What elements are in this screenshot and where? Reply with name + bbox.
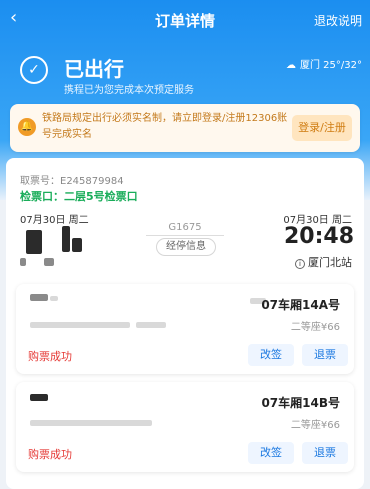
arrival-time: 20:48 (283, 224, 354, 249)
arrival-station-name: 厦门北站 (308, 256, 352, 269)
purchase-status: 购票成功 (28, 448, 72, 461)
departure-date: 07月30日 周二 (20, 215, 89, 226)
passenger-card: 07车厢14B号 二等座¥66 购票成功 改签 退票 (16, 382, 354, 472)
change-ticket-button[interactable]: 改签 (248, 344, 294, 366)
arrival-station[interactable]: i 厦门北站 (295, 254, 352, 270)
redacted-passenger-id (136, 322, 166, 328)
seat-number: 07车厢14A号 (261, 298, 340, 312)
redacted-departure-station (44, 258, 54, 266)
redacted-departure-time (26, 230, 42, 254)
seat-number: 07车厢14B号 (261, 396, 340, 410)
bell-icon: 🔔 (18, 118, 36, 136)
notice-text: 铁路局规定出行必须实名制，请立即登录/注册12306账号完成实名 (42, 113, 288, 140)
redacted-passenger-name (30, 394, 48, 401)
stops-info-button[interactable]: 经停信息 (156, 238, 216, 256)
check-icon: ✓ (20, 56, 48, 84)
seat-class-price: 二等座¥66 (290, 322, 340, 333)
redacted-departure-time (62, 226, 70, 252)
redacted-passenger-id (30, 322, 130, 328)
change-ticket-button[interactable]: 改签 (248, 442, 294, 464)
trip-status-subtitle: 携程已为您完成本次预定服务 (64, 85, 194, 96)
ticket-card: 取票号：E245879984 检票口：二层5号检票口 07月30日 周二 G16… (6, 158, 364, 489)
redacted-departure-station (20, 258, 26, 266)
top-bar: ‹ 订单详情 退改说明 (0, 0, 370, 40)
refund-change-explanation-link[interactable]: 退改说明 (314, 12, 362, 29)
seat-class-price: 二等座¥66 (290, 420, 340, 431)
redacted-passenger-name (30, 294, 48, 301)
redacted-passenger-name (50, 296, 58, 301)
ticket-number: 取票号：E245879984 (20, 176, 124, 187)
weather-text: 厦门 25°/32° (300, 60, 362, 71)
refund-ticket-button[interactable]: 退票 (302, 442, 348, 464)
purchase-status: 购票成功 (28, 350, 72, 363)
redacted-passenger-id (30, 420, 152, 426)
trip-status-title: 已出行 (64, 57, 124, 81)
redacted-departure-time (72, 238, 82, 252)
weather-info: ☁ 厦门 25°/32° (286, 56, 362, 71)
info-icon: i (295, 259, 305, 269)
route-line (146, 235, 224, 236)
passenger-card: 07车厢14A号 二等座¥66 购票成功 改签 退票 (16, 284, 354, 374)
gate-info: 检票口：二层5号检票口 (20, 190, 138, 203)
real-name-notice: 🔔 铁路局规定出行必须实名制，请立即登录/注册12306账号完成实名 登录/注册 (10, 104, 360, 152)
train-number: G1675 (168, 222, 202, 233)
refund-ticket-button[interactable]: 退票 (302, 344, 348, 366)
login-register-button[interactable]: 登录/注册 (292, 115, 352, 141)
cloud-icon: ☁ (286, 60, 296, 71)
